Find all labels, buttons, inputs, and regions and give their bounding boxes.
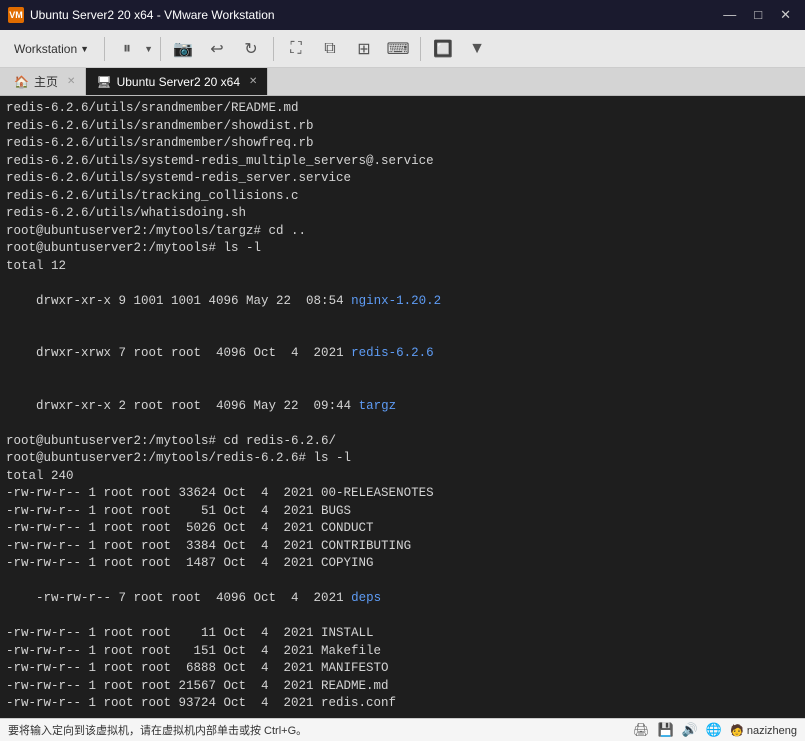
power2-button[interactable]: ↻: [236, 35, 266, 63]
unity-dropdown[interactable]: ▼: [462, 35, 492, 63]
term-line-22: -rw-rw-r-- 1 root root 11 Oct 4 2021 INS…: [6, 625, 799, 643]
tab-home[interactable]: 🏠 主页 ✕: [4, 68, 86, 95]
term-line-7: root@ubuntuserver2:/mytools/targz# cd ..: [6, 223, 799, 241]
terminal[interactable]: redis-6.2.6/utils/srandmember/README.md …: [0, 96, 805, 718]
home-tab-icon: 🏠: [14, 75, 29, 89]
toolbar-sep-4: [420, 37, 421, 61]
ctrl-alt-del-button[interactable]: ⌨: [383, 35, 413, 63]
status-bar-right: 🖨 💾 🔊 🌐 🧑 nazizheng: [633, 722, 797, 738]
term-line-8: root@ubuntuserver2:/mytools# ls -l: [6, 240, 799, 258]
term-line-26: -rw-rw-r-- 1 root root 93724 Oct 4 2021 …: [6, 695, 799, 713]
network-icon[interactable]: 🌐: [706, 722, 722, 738]
unity-button[interactable]: 🔲: [428, 35, 458, 63]
fullscreen2-icon: ⧉: [324, 40, 335, 58]
ctrl-alt-del-icon: ⌨: [386, 39, 409, 59]
snapshot-button[interactable]: 📷: [168, 35, 198, 63]
term-line-12: drwxr-xr-x 2 root root 4096 May 22 09:44…: [6, 380, 799, 433]
term-line-21: -rw-rw-r-- 7 root root 4096 Oct 4 2021 d…: [6, 573, 799, 626]
resize-icon: ⊞: [357, 39, 370, 59]
power-icon: ↻: [244, 39, 257, 59]
title-bar: VM Ubuntu Server2 20 x64 - VMware Workst…: [0, 0, 805, 30]
term-line-19: -rw-rw-r-- 1 root root 3384 Oct 4 2021 C…: [6, 538, 799, 556]
term-line-23: -rw-rw-r-- 1 root root 151 Oct 4 2021 Ma…: [6, 643, 799, 661]
workstation-menu[interactable]: Workstation ▼: [6, 38, 97, 60]
unity-icon: 🔲: [433, 39, 453, 59]
term-line-13: root@ubuntuserver2:/mytools# cd redis-6.…: [6, 433, 799, 451]
term-line-24: -rw-rw-r-- 1 root root 6888 Oct 4 2021 M…: [6, 660, 799, 678]
fullscreen-icon: ⛶: [290, 40, 301, 58]
term-line-14: root@ubuntuserver2:/mytools/redis-6.2.6#…: [6, 450, 799, 468]
storage-icon[interactable]: 💾: [658, 722, 674, 738]
term-line-4: redis-6.2.6/utils/systemd-redis_server.s…: [6, 170, 799, 188]
toolbar: Workstation ▼ ⏸ ▼ 📷 ↩ ↻ ⛶ ⧉ ⊞ ⌨ 🔲 ▼: [0, 30, 805, 68]
tab-vm[interactable]: 🖥 Ubuntu Server2 20 x64 ✕: [86, 68, 268, 95]
title-bar-left: VM Ubuntu Server2 20 x64 - VMware Workst…: [8, 7, 275, 23]
pause-icon: ⏸: [123, 40, 131, 58]
power-controls: ⏸ ▼: [112, 35, 153, 63]
home-tab-close[interactable]: ✕: [67, 76, 75, 87]
term-line-20: -rw-rw-r-- 1 root root 1487 Oct 4 2021 C…: [6, 555, 799, 573]
term-line-11: drwxr-xrwx 7 root root 4096 Oct 4 2021 r…: [6, 328, 799, 381]
status-bar: 要将输入定向到该虚拟机，请在虚拟机内部单击或按 Ctrl+G。 🖨 💾 🔊 🌐 …: [0, 718, 805, 741]
term-line-9: total 12: [6, 258, 799, 276]
toolbar-sep-2: [160, 37, 161, 61]
resize-button[interactable]: ⊞: [349, 35, 379, 63]
term-line-6: redis-6.2.6/utils/whatisdoing.sh: [6, 205, 799, 223]
home-tab-label: 主页: [34, 73, 58, 90]
vm-tab-label: Ubuntu Server2 20 x64: [117, 75, 240, 89]
fullscreen-button[interactable]: ⛶: [281, 35, 311, 63]
pause-dropdown[interactable]: ▼: [144, 44, 153, 54]
fullscreen2-button[interactable]: ⧉: [315, 35, 345, 63]
term-line-3: redis-6.2.6/utils/systemd-redis_multiple…: [6, 153, 799, 171]
revert-icon: ↩: [210, 39, 223, 59]
workstation-label: Workstation: [14, 42, 77, 56]
maximize-button[interactable]: □: [748, 5, 768, 25]
tab-bar: 🏠 主页 ✕ 🖥 Ubuntu Server2 20 x64 ✕: [0, 68, 805, 96]
pause-button[interactable]: ⏸: [112, 35, 142, 63]
workstation-arrow: ▼: [80, 44, 89, 54]
user-info: 🧑 nazizheng: [730, 724, 797, 737]
term-line-1: redis-6.2.6/utils/srandmember/showdist.r…: [6, 118, 799, 136]
term-line-25: -rw-rw-r-- 1 root root 21567 Oct 4 2021 …: [6, 678, 799, 696]
printer-icon[interactable]: 🖨: [633, 722, 650, 738]
term-line-10: drwxr-xr-x 9 1001 1001 4096 May 22 08:54…: [6, 275, 799, 328]
term-line-0: redis-6.2.6/utils/srandmember/README.md: [6, 100, 799, 118]
term-line-18: -rw-rw-r-- 1 root root 5026 Oct 4 2021 C…: [6, 520, 799, 538]
title-bar-controls: — □ ✕: [717, 5, 797, 25]
term-line-17: -rw-rw-r-- 1 root root 51 Oct 4 2021 BUG…: [6, 503, 799, 521]
toolbar-sep-1: [104, 37, 105, 61]
term-line-2: redis-6.2.6/utils/srandmember/showfreq.r…: [6, 135, 799, 153]
minimize-button[interactable]: —: [717, 5, 742, 25]
vm-tab-close[interactable]: ✕: [249, 76, 257, 87]
revert-button[interactable]: ↩: [202, 35, 232, 63]
unity-dropdown-icon: ▼: [469, 40, 485, 58]
close-button[interactable]: ✕: [774, 5, 797, 25]
vm-tab-icon: 🖥: [96, 75, 111, 89]
vmware-icon: VM: [8, 7, 24, 23]
term-line-16: -rw-rw-r-- 1 root root 33624 Oct 4 2021 …: [6, 485, 799, 503]
term-line-15: total 240: [6, 468, 799, 486]
audio-icon[interactable]: 🔊: [682, 722, 698, 738]
term-line-5: redis-6.2.6/utils/tracking_collisions.c: [6, 188, 799, 206]
title-bar-title: Ubuntu Server2 20 x64 - VMware Workstati…: [30, 8, 275, 22]
snapshot-icon: 📷: [173, 39, 193, 59]
toolbar-sep-3: [273, 37, 274, 61]
status-hint: 要将输入定向到该虚拟机，请在虚拟机内部单击或按 Ctrl+G。: [8, 722, 307, 738]
